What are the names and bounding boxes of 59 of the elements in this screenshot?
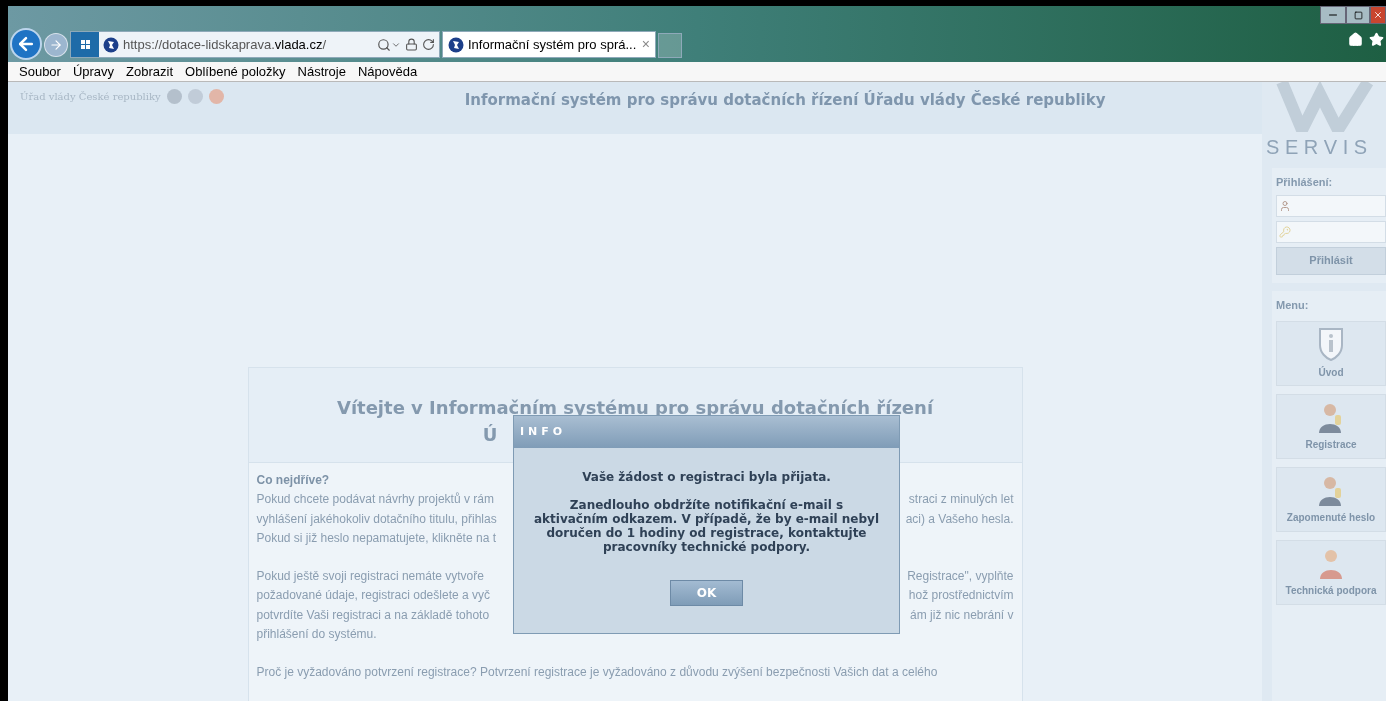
emblem-icon xyxy=(103,36,119,53)
tab-title: Informační systém pro sprá... xyxy=(468,35,637,54)
paragraph-text: přihlášení do systému. xyxy=(256,626,377,644)
emblem-icon xyxy=(448,36,464,53)
close-icon xyxy=(1373,10,1383,20)
paragraph-text: potvrdíte Vaši registraci a na základě tohoto xyxy=(256,606,490,624)
paragraph-text: ám již nic nebrání v xyxy=(910,606,1014,624)
back-button[interactable] xyxy=(10,28,42,60)
paragraph-text: Pokud si již heslo nepamatujete, klikněte na t xyxy=(256,529,496,547)
page-title: Informační systém pro správu dotačních řízení Úřadu vlády České republiky xyxy=(464,89,1106,111)
lock-icon xyxy=(405,38,418,51)
home-icon[interactable] xyxy=(1348,32,1363,47)
favorites-icon[interactable] xyxy=(1369,32,1384,47)
flag-icon xyxy=(166,89,182,104)
address-bar[interactable]: https://dotace-lidskaprava.vlada.cz/ xyxy=(70,31,440,58)
paragraph-text: aci) a Vašeho hesla. xyxy=(905,510,1014,528)
url-text: https://dotace-lidskaprava.vlada.cz/ xyxy=(123,35,327,54)
restore-icon xyxy=(1353,10,1363,20)
minimize-button[interactable] xyxy=(1320,6,1346,24)
forward-button[interactable] xyxy=(44,33,68,57)
username-field[interactable] xyxy=(1276,194,1386,217)
password-field[interactable] xyxy=(1276,220,1386,243)
user-icon xyxy=(1279,199,1291,212)
refresh-icon[interactable] xyxy=(422,38,435,51)
shield-info-icon xyxy=(1318,327,1344,361)
paragraph-text: požadované údaje, registraci odešlete a vyč xyxy=(256,587,490,605)
restore-button[interactable] xyxy=(1346,6,1370,24)
menu-item[interactable]: Zobrazit xyxy=(126,61,174,82)
menu-item[interactable]: Nápověda xyxy=(357,61,418,82)
menu-item[interactable]: Úpravy xyxy=(72,61,115,82)
key-icon xyxy=(1279,225,1291,238)
menu-label: Menu: xyxy=(1276,297,1310,313)
person-icon xyxy=(1317,547,1345,579)
paragraph-text: straci z minulých let xyxy=(908,491,1014,509)
section-title: Co nejdříve? xyxy=(256,472,330,489)
dialog-title: INFO xyxy=(520,423,567,440)
site-icon xyxy=(71,32,99,57)
forward-arrow-icon xyxy=(49,38,63,52)
flag-icon xyxy=(187,89,203,104)
search-icon[interactable] xyxy=(377,37,391,52)
welcome-heading: Ú xyxy=(482,423,498,447)
paragraph-text: Registrace", vyplňte xyxy=(907,568,1014,586)
paragraph-text: Pokud ještě svoji registraci nemáte vytvoře xyxy=(256,568,484,586)
paragraph-text: Pokud chcete podávat návrhy projektů v rám xyxy=(256,491,494,509)
dialog-details: Zanedlouho obdržíte notifikační e-mail s aktivačním odkazem. V případě, že by e-mail nebyl doručen do 1 hodiny od registrace, kontaktujte pracovníky technické podpory. xyxy=(532,498,880,554)
paragraph-text: hož prostřednictvím xyxy=(908,587,1014,605)
paragraph-text: Proč je vyžadováno potvrzení registrace? Potvrzení registrace je vyžadováno z důvodu zvýšení bezpečnosti Vašich dat a celého xyxy=(256,664,938,682)
logo-text: S E R V I S xyxy=(1266,135,1369,160)
tab-close-button[interactable]: × xyxy=(641,34,650,55)
dialog-message: Vaše žádost o registraci byla přijata. xyxy=(582,470,831,484)
login-label: Přihlášení: xyxy=(1276,175,1334,190)
browser-tab[interactable]: Informační systém pro sprá... × xyxy=(442,31,656,58)
close-button[interactable] xyxy=(1370,6,1386,24)
flag-icon xyxy=(208,89,224,104)
paragraph-text: vyhlášení jakéhokoliv dotačního titulu, přihlas xyxy=(256,510,497,528)
menu-item[interactable]: Oblíbené položky xyxy=(185,61,286,82)
welcome-heading: Vítejte v Informačním systému pro správu dotačních řízení xyxy=(336,396,934,420)
menu-item[interactable]: Nástroje xyxy=(297,61,346,82)
menu-item[interactable]: Soubor xyxy=(19,61,61,82)
